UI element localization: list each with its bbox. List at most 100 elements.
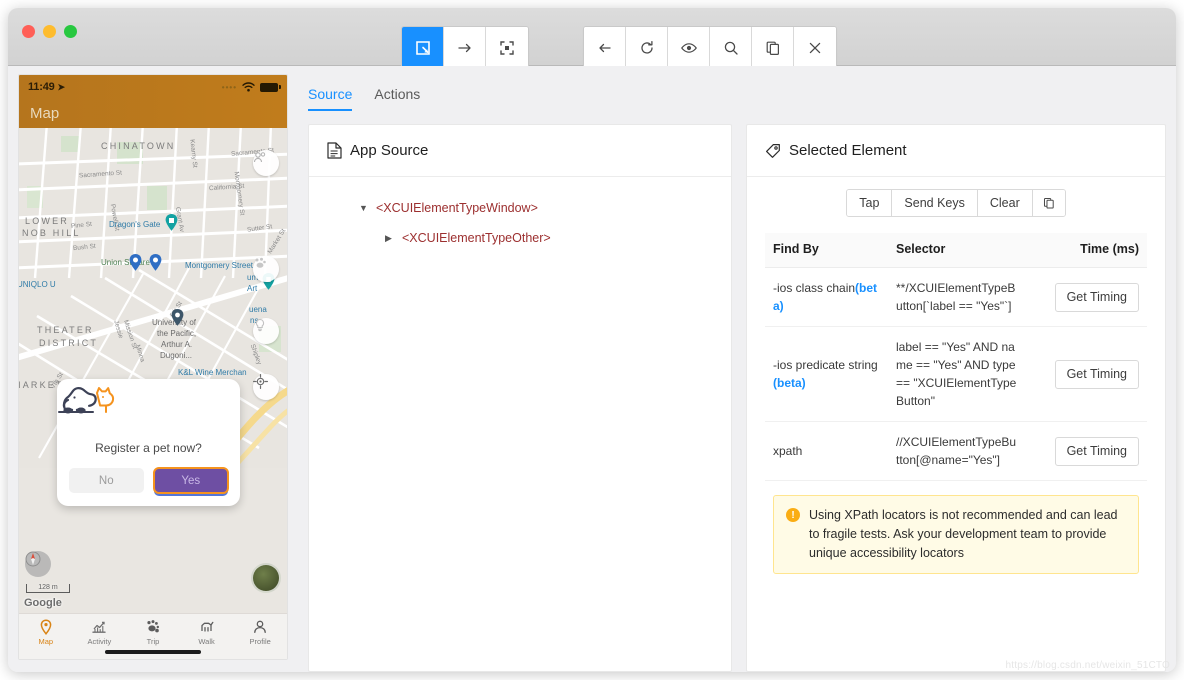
- map-people-button[interactable]: [253, 150, 279, 176]
- device-tab-bar: Map Activity Trip Walk Profile: [19, 613, 287, 659]
- device-screen-mirror[interactable]: 11:49 ➤ •••• Map CHINATOWN LOWER NOB HIL…: [18, 74, 288, 660]
- traffic-lights: [22, 25, 77, 38]
- tab-source[interactable]: Source: [308, 86, 353, 111]
- device-screen: 11:49 ➤ •••• Map CHINATOWN LOWER NOB HIL…: [19, 75, 287, 659]
- close-window-button[interactable]: [22, 25, 35, 38]
- map-locate-button[interactable]: [253, 374, 279, 400]
- find-by-text: xpath: [773, 444, 803, 458]
- header-selector: Selector: [888, 233, 1027, 268]
- map-pet-button[interactable]: [253, 256, 279, 282]
- dialog-message: Register a pet now?: [95, 441, 202, 455]
- recording-button[interactable]: [668, 27, 710, 68]
- locators-table: Find By Selector Time (ms) -ios class ch…: [765, 233, 1147, 481]
- people-icon: [253, 152, 266, 163]
- warning-text: Using XPath locators is not recommended …: [809, 508, 1118, 560]
- document-icon: [327, 142, 342, 159]
- tab-map[interactable]: Map: [19, 619, 73, 646]
- element-actions-group: Tap Send Keys Clear: [846, 189, 1066, 217]
- inspector-column: Source Actions App Source ▼ <XCUIElement…: [298, 74, 1166, 672]
- header-find-by: Find By: [765, 233, 889, 268]
- main-content: 11:49 ➤ •••• Map CHINATOWN LOWER NOB HIL…: [8, 66, 1176, 672]
- table-row: -ios class chain(beta) **/XCUIElementTyp…: [765, 267, 1147, 327]
- device-nav-bar: Map: [19, 99, 287, 128]
- back-button[interactable]: [584, 27, 626, 68]
- toolbar-action-group: [583, 26, 837, 69]
- crosshair-frame-icon: [500, 40, 514, 55]
- minimize-window-button[interactable]: [43, 25, 56, 38]
- map-pin-icon[interactable]: [129, 254, 142, 271]
- cell-selector: //XCUIElementTypeButton[@name="Yes"]: [888, 421, 1027, 481]
- inspector-tabs: Source Actions: [298, 74, 1166, 111]
- compass-icon[interactable]: [25, 551, 51, 577]
- inspector-panels: App Source ▼ <XCUIElementTypeWindow> ▶ <…: [298, 111, 1166, 672]
- tree-node-label: <XCUIElementTypeOther>: [402, 231, 551, 245]
- map-avatar[interactable]: [251, 563, 281, 593]
- chevron-right-icon[interactable]: ▶: [385, 233, 394, 243]
- tab-label: Profile: [249, 637, 271, 646]
- app-source-tree: ▼ <XCUIElementTypeWindow> ▶ <XCUIElement…: [309, 177, 731, 671]
- select-element-tool[interactable]: [402, 27, 444, 68]
- copy-source-button[interactable]: [752, 27, 794, 68]
- dialog-yes-button[interactable]: Yes: [152, 467, 229, 494]
- lightbulb-icon: [255, 318, 265, 332]
- map-view[interactable]: CHINATOWN LOWER NOB HILL THEATER DISTRIC…: [19, 128, 287, 613]
- dog-and-cat-icon: [58, 387, 228, 432]
- paw-icon: [147, 620, 159, 633]
- cell-selector: label == "Yes" AND name == "Yes" AND typ…: [888, 326, 1027, 422]
- refresh-button[interactable]: [626, 27, 668, 68]
- tab-activity[interactable]: Activity: [73, 619, 127, 646]
- swipe-tool[interactable]: [444, 27, 486, 68]
- close-x-icon: [809, 42, 821, 53]
- dialog-buttons: No Yes: [69, 467, 229, 494]
- map-pin-icon[interactable]: [149, 254, 162, 271]
- tap-by-coordinates-tool[interactable]: [486, 27, 528, 68]
- map-pin-icon: [40, 619, 52, 635]
- table-row: xpath //XCUIElementTypeButton[@name="Yes…: [765, 421, 1147, 481]
- tree-node-other[interactable]: ▶ <XCUIElementTypeOther>: [327, 223, 713, 253]
- send-keys-button[interactable]: Send Keys: [892, 190, 978, 216]
- titlebar: [8, 8, 1176, 69]
- dialog-no-button[interactable]: No: [69, 468, 144, 493]
- selected-element-title: Selected Element: [789, 142, 907, 159]
- search-button[interactable]: [710, 27, 752, 68]
- map-pin-icon[interactable]: [171, 309, 184, 326]
- find-by-text: -ios predicate string: [773, 358, 878, 372]
- eye-icon: [680, 42, 697, 53]
- clear-button[interactable]: Clear: [977, 190, 1033, 216]
- tab-walk[interactable]: Walk: [180, 619, 234, 646]
- tree-node-label: <XCUIElementTypeWindow>: [376, 201, 538, 215]
- table-row: -ios predicate string (beta) label == "Ye…: [765, 326, 1147, 422]
- map-pin-icon[interactable]: [165, 214, 178, 231]
- home-indicator: [105, 650, 201, 654]
- get-timing-button[interactable]: Get Timing: [1054, 282, 1139, 312]
- tab-actions[interactable]: Actions: [374, 86, 420, 111]
- tab-label: Map: [38, 637, 54, 646]
- selected-element-body: Tap Send Keys Clear Find By Selector Tim…: [747, 177, 1165, 671]
- tree-node-window[interactable]: ▼ <XCUIElementTypeWindow>: [327, 193, 713, 223]
- dog-walk-icon: [200, 621, 214, 632]
- header-time: Time (ms): [1026, 233, 1147, 268]
- refresh-icon: [640, 40, 653, 54]
- chevron-down-icon[interactable]: ▼: [359, 203, 368, 213]
- quit-session-button[interactable]: [794, 27, 836, 68]
- register-pet-dialog: Register a pet now? No Yes: [57, 379, 240, 506]
- tab-label: Activity: [87, 637, 112, 646]
- map-bulb-button[interactable]: [253, 318, 279, 344]
- tap-button[interactable]: Tap: [847, 190, 893, 216]
- get-timing-button[interactable]: Get Timing: [1054, 436, 1139, 466]
- device-status-bar: 11:49 ➤ ••••: [19, 75, 287, 99]
- copy-attributes-button[interactable]: [1032, 190, 1065, 216]
- zoom-window-button[interactable]: [64, 25, 77, 38]
- get-timing-button[interactable]: Get Timing: [1054, 359, 1139, 389]
- tab-profile[interactable]: Profile: [233, 619, 287, 646]
- tab-trip[interactable]: Trip: [126, 619, 180, 646]
- copy-icon: [766, 41, 779, 55]
- locate-icon: [253, 374, 268, 389]
- map-provider-logo: Google: [24, 597, 62, 609]
- app-source-header: App Source: [309, 125, 731, 177]
- watermark: https://blog.csdn.net/weixin_51CTO: [1005, 660, 1170, 671]
- person-icon: [254, 620, 267, 634]
- warning-icon: !: [786, 508, 800, 522]
- cell-timing: Get Timing: [1026, 421, 1147, 481]
- location-arrow-icon: ➤: [57, 81, 66, 92]
